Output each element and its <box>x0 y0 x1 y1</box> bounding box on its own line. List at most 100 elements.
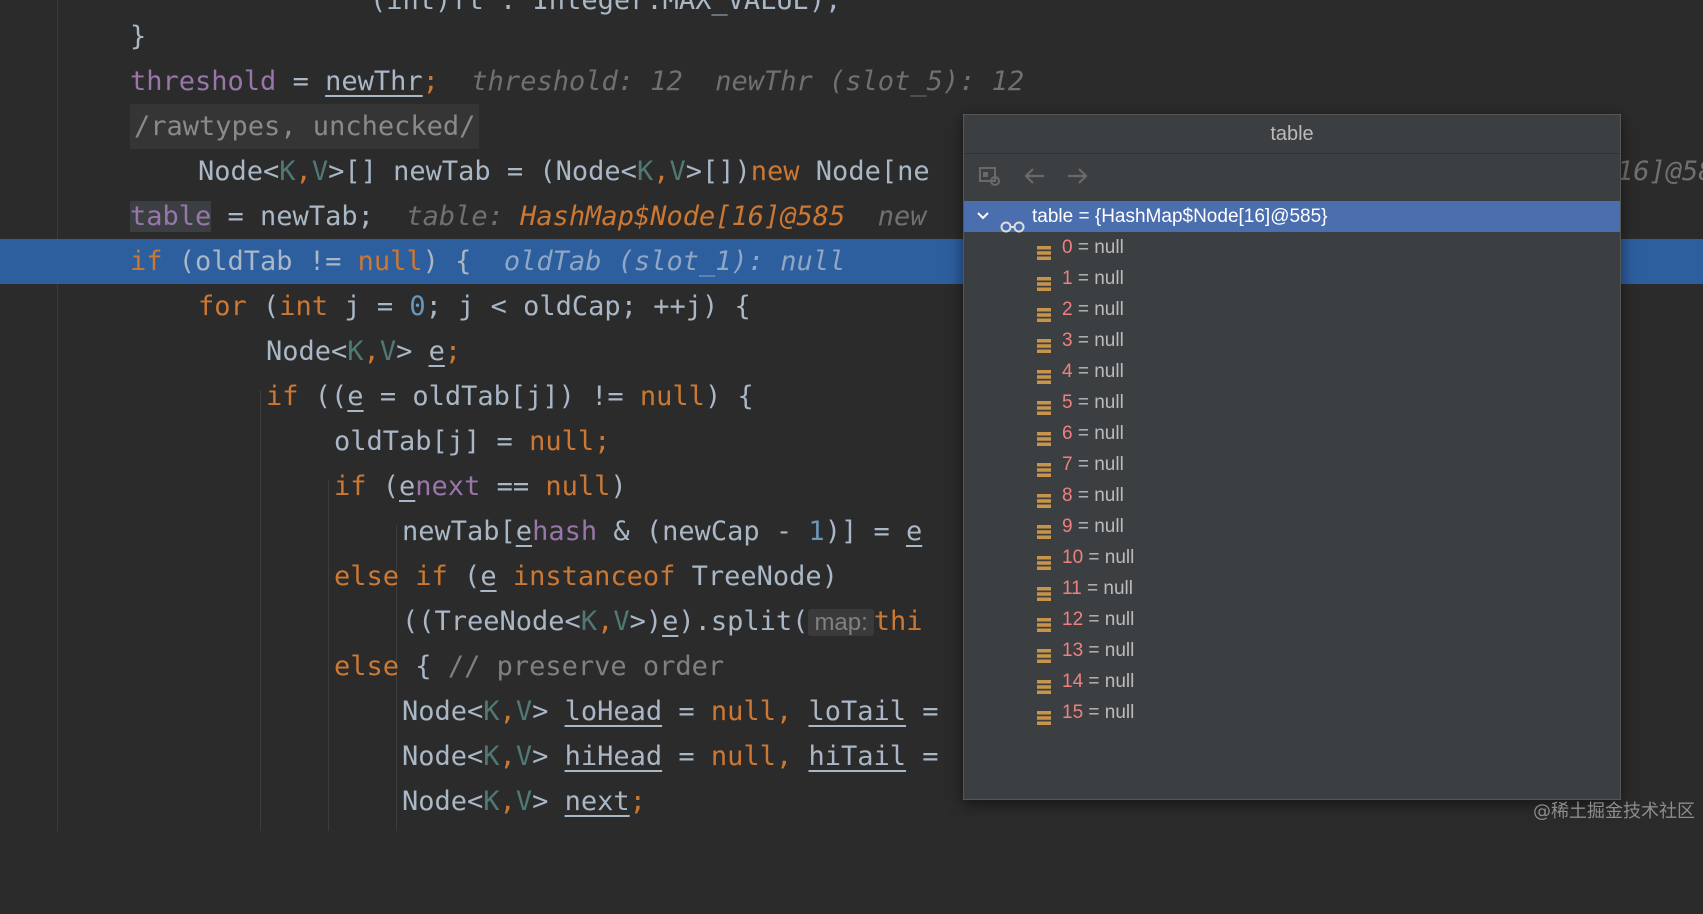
element-index: 3 <box>1062 330 1073 351</box>
element-index: 9 <box>1062 516 1073 537</box>
element-index: 7 <box>1062 454 1073 475</box>
element-index: 6 <box>1062 423 1073 444</box>
tree-root-table[interactable]: table = {HashMap$Node[16]@585} <box>964 201 1620 233</box>
tree-item-label: 1 = null <box>1062 268 1124 289</box>
code-text: threshold = newThr; threshold: 12 newThr… <box>130 66 1025 97</box>
element-value: null <box>1094 268 1124 289</box>
popup-toolbar <box>964 154 1620 198</box>
inline-debug-hint: threshold: 12 newThr (slot_5): 12 <box>471 66 1025 97</box>
element-value: null <box>1094 237 1124 258</box>
array-element-icon <box>1036 240 1052 260</box>
element-value: null <box>1094 454 1124 475</box>
element-value: null <box>1094 516 1124 537</box>
code-text: ((TreeNode<K,V>)e).split(map: thi <box>402 606 923 637</box>
array-element-icon <box>1036 705 1052 725</box>
element-index: 13 <box>1062 640 1084 661</box>
code-text: else { // preserve order <box>334 651 725 682</box>
tree-item[interactable]: 9 = null <box>964 511 1620 542</box>
tree-item-label: 0 = null <box>1062 237 1124 258</box>
array-element-icon <box>1036 674 1052 694</box>
element-value: null <box>1094 330 1124 351</box>
element-value: null <box>1103 578 1133 599</box>
tree-item-label: 15 = null <box>1062 702 1135 723</box>
debug-value-popup[interactable]: table table = {HashMap$Node[16]@585} 0 =… <box>963 114 1621 800</box>
element-value: null <box>1094 361 1124 382</box>
tree-item-label: 14 = null <box>1062 671 1135 692</box>
code-text: for (int j = 0; j < oldCap; ++j) { <box>198 291 751 322</box>
tree-root-label: table = {HashMap$Node[16]@585} <box>1032 206 1328 227</box>
tree-item[interactable]: 2 = null <box>964 294 1620 325</box>
tree-item[interactable]: 4 = null <box>964 356 1620 387</box>
element-index: 1 <box>1062 268 1073 289</box>
element-value: null <box>1104 671 1135 692</box>
code-text: newTab[ehash & (newCap - 1)] = e <box>402 516 923 547</box>
element-index: 2 <box>1062 299 1073 320</box>
tree-item[interactable]: 14 = null <box>964 666 1620 697</box>
tree-item[interactable]: 11 = null <box>964 573 1620 604</box>
code-text: } <box>130 21 147 52</box>
element-index: 12 <box>1062 609 1084 630</box>
code-text: Node<K,V> e; <box>266 336 462 367</box>
element-index: 11 <box>1062 578 1082 599</box>
inline-debug-hint: table: <box>406 201 521 232</box>
tree-item[interactable]: 6 = null <box>964 418 1620 449</box>
code-text: Node<K,V>[] newTab = (Node<K,V>[])new No… <box>198 156 930 187</box>
array-element-icon <box>1036 302 1052 322</box>
array-element-icon <box>1036 519 1052 539</box>
param-hint: map: <box>808 609 874 636</box>
tree-item-label: 6 = null <box>1062 423 1124 444</box>
code-text: oldTab[j] = null; <box>334 426 611 457</box>
tree-item-label: 3 = null <box>1062 330 1124 351</box>
array-element-icon <box>1036 395 1052 415</box>
code-text: Node<K,V> loHead = null, loTail = <box>402 696 939 727</box>
tree-item[interactable]: 10 = null <box>964 542 1620 573</box>
tree-item-label: 8 = null <box>1062 485 1124 506</box>
popup-title: table <box>964 115 1620 154</box>
tree-item[interactable]: 15 = null <box>964 697 1620 728</box>
element-index: 10 <box>1062 547 1084 568</box>
code-text: table = newTab; table: HashMap$Node[16]@… <box>130 201 927 232</box>
tree-item[interactable]: 0 = null <box>964 232 1620 263</box>
element-value: null <box>1104 640 1135 661</box>
code-text: Node<K,V> next; <box>402 786 646 817</box>
array-element-icon <box>1036 550 1052 570</box>
back-arrow-icon[interactable] <box>1020 162 1048 190</box>
code-text: if (enext == null) <box>334 471 627 502</box>
tree-item[interactable]: 8 = null <box>964 480 1620 511</box>
tree-item[interactable]: 3 = null <box>964 325 1620 356</box>
tree-item-label: 10 = null <box>1062 547 1135 568</box>
inline-debug-hint: 16]@58 <box>1617 156 1703 187</box>
array-element-icon <box>1036 488 1052 508</box>
watermark: @稀土掘金技术社区 <box>1533 801 1695 822</box>
tree-item-label: 5 = null <box>1062 392 1124 413</box>
tree-item-label: 11 = null <box>1062 578 1133 599</box>
element-value: null <box>1094 485 1124 506</box>
forward-arrow-icon[interactable] <box>1064 162 1092 190</box>
tree-item[interactable]: 7 = null <box>964 449 1620 480</box>
variables-tree[interactable]: table = {HashMap$Node[16]@585} 0 = null 1… <box>964 201 1620 728</box>
tree-item[interactable]: 1 = null <box>964 263 1620 294</box>
array-element-icon <box>1036 581 1052 601</box>
array-element-icon <box>1036 364 1052 384</box>
array-element-icon <box>1036 643 1052 663</box>
array-element-icon <box>1036 333 1052 353</box>
array-element-icon <box>1036 426 1052 446</box>
tree-item[interactable]: 5 = null <box>964 387 1620 418</box>
tree-item[interactable]: 13 = null <box>964 635 1620 666</box>
tree-item[interactable]: 12 = null <box>964 604 1620 635</box>
evaluate-icon[interactable] <box>976 162 1004 190</box>
element-value: null <box>1104 547 1135 568</box>
code-text: if ((e = oldTab[j]) != null) { <box>266 381 754 412</box>
tree-item-label: 2 = null <box>1062 299 1124 320</box>
array-element-icon <box>1036 612 1052 632</box>
tree-item-label: 13 = null <box>1062 640 1135 661</box>
code-text: if (oldTab != null) { oldTab (slot_1): n… <box>130 246 846 277</box>
tree-item-label: 12 = null <box>1062 609 1135 630</box>
code-line[interactable]: threshold = newThr; threshold: 12 newThr… <box>0 59 1703 104</box>
tree-item-label: 9 = null <box>1062 516 1124 537</box>
array-element-icon <box>1036 271 1052 291</box>
element-value: null <box>1104 702 1135 723</box>
array-element-icon <box>1036 457 1052 477</box>
code-line[interactable]: } <box>0 14 1703 59</box>
element-value: null <box>1094 299 1124 320</box>
